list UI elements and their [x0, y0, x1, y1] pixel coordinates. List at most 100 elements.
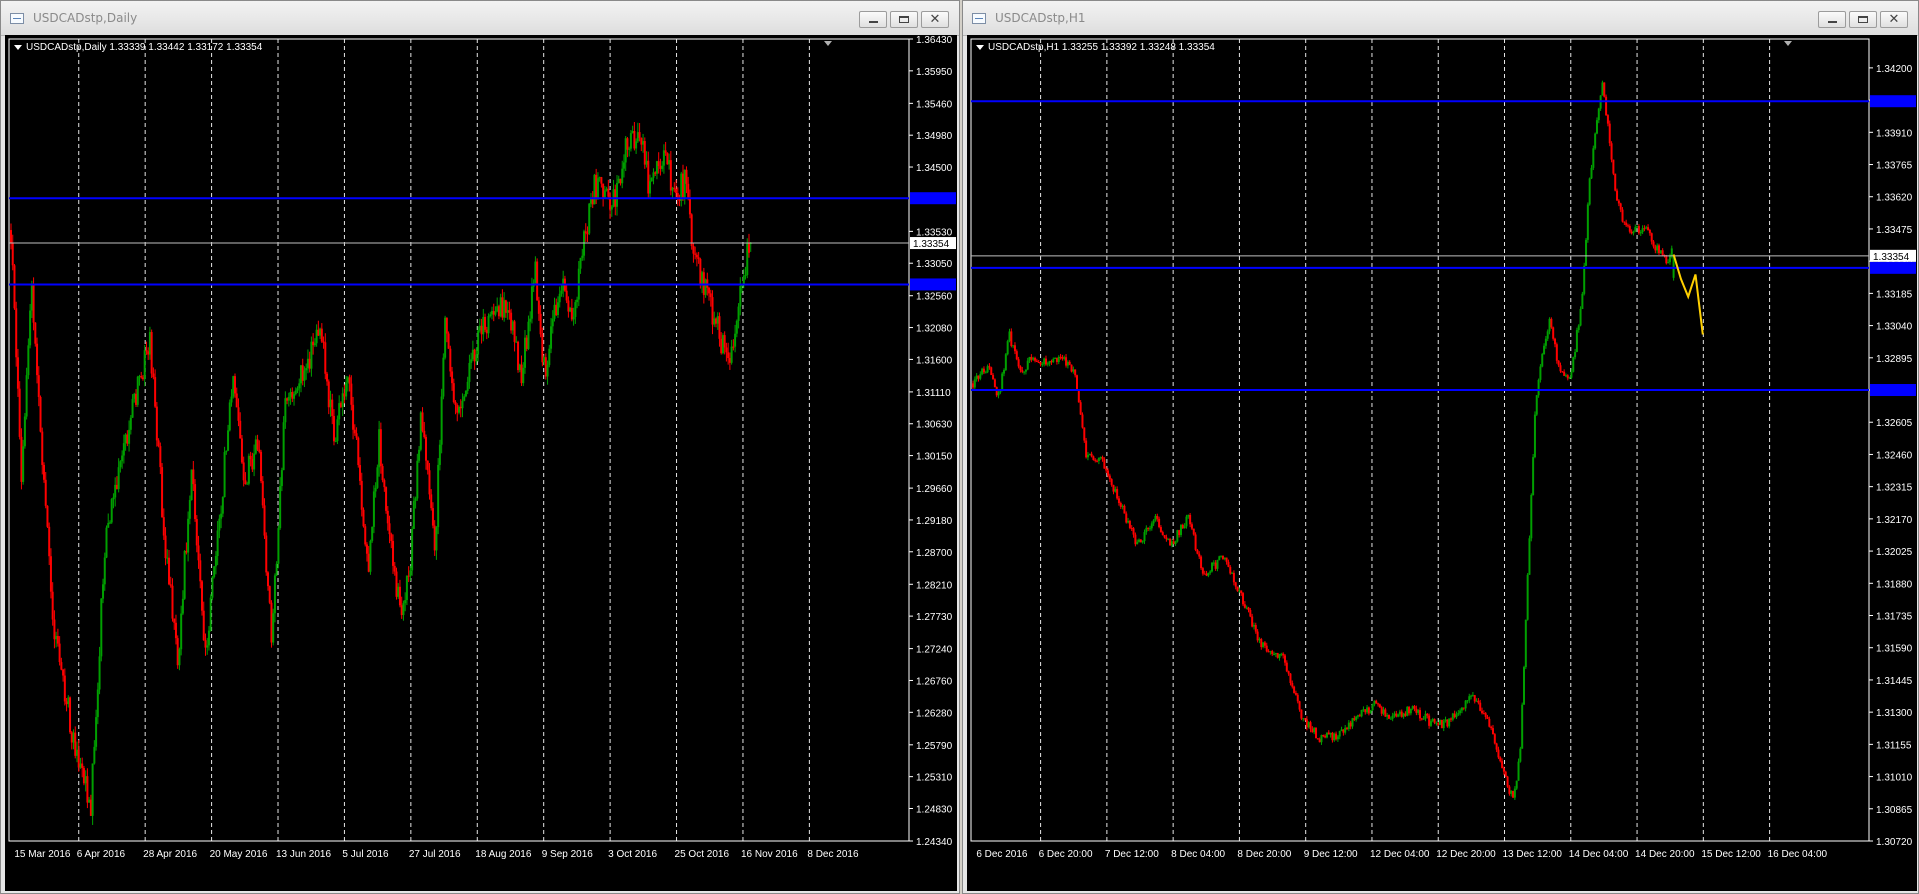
close-button[interactable]: ✕ [1880, 11, 1908, 28]
y-tick-label: 1.31445 [1876, 676, 1913, 687]
candle [1645, 227, 1648, 229]
candle [1174, 541, 1177, 545]
candle [266, 572, 269, 587]
candle [992, 374, 995, 380]
candle [497, 306, 500, 317]
candle [1336, 736, 1339, 740]
candle [1282, 653, 1285, 656]
candle [1419, 710, 1421, 719]
candle [1101, 457, 1104, 460]
candle [1621, 209, 1624, 222]
chart-window-h1[interactable]: USDCADstp,H1 ✕ 6 Dec 2016 6 Dec 20:00 7 De… [962, 0, 1919, 894]
candle [1634, 227, 1637, 232]
candle [168, 557, 171, 585]
minimize-button[interactable] [859, 11, 887, 28]
candle [1006, 341, 1009, 355]
price-chart-daily[interactable]: 15 Mar 2016 6 Apr 2016 28 Apr 2016 20 May 2… [5, 35, 957, 891]
candle [1258, 639, 1261, 641]
candle [1431, 719, 1434, 722]
candle [1260, 639, 1263, 647]
candle [390, 534, 393, 541]
price-chart-h1[interactable]: 6 Dec 2016 6 Dec 20:00 7 Dec 12:00 8 Dec 04… [967, 35, 1917, 891]
candle [251, 459, 254, 470]
candle [369, 540, 372, 572]
x-tick-label: 25 Oct 2016 [675, 849, 730, 860]
candle [553, 304, 556, 319]
candle [1564, 375, 1567, 377]
candle [741, 285, 744, 287]
candle [444, 317, 447, 358]
candle [478, 325, 481, 331]
candle [1181, 524, 1184, 529]
candle [365, 544, 368, 554]
maximize-button[interactable] [890, 11, 918, 28]
candle [631, 130, 634, 134]
candle [379, 429, 382, 467]
candle [1384, 709, 1387, 717]
minimize-button[interactable] [1818, 11, 1846, 28]
candle [558, 293, 561, 303]
candle [1001, 373, 1004, 390]
candle [473, 349, 476, 362]
candle [141, 377, 144, 380]
candle [1648, 230, 1651, 234]
candle [1278, 654, 1281, 658]
candle [638, 132, 641, 138]
candle [1626, 225, 1629, 227]
candle [159, 446, 162, 468]
candle [194, 484, 197, 520]
candle [261, 481, 264, 506]
candle [1287, 671, 1290, 674]
candle [1028, 356, 1031, 361]
candle [565, 290, 568, 301]
candle [1530, 494, 1533, 539]
maximize-button[interactable] [1849, 11, 1877, 28]
close-button[interactable]: ✕ [921, 11, 949, 28]
candle [451, 371, 454, 384]
candle [1315, 727, 1318, 739]
candle [1304, 718, 1307, 720]
candle [331, 399, 334, 417]
title-bar[interactable]: USDCADstp,H1 ✕ [963, 1, 1918, 36]
candle [1583, 265, 1586, 294]
candle [53, 619, 56, 640]
candle [1448, 718, 1451, 727]
x-tick-label: 8 Dec 2016 [807, 849, 859, 860]
title-bar[interactable]: USDCADstp,Daily ✕ [1, 1, 959, 36]
x-tick-label: 7 Dec 12:00 [1105, 849, 1159, 860]
candle [1539, 366, 1542, 380]
candle [449, 348, 452, 372]
candle [600, 177, 603, 184]
candle [1003, 370, 1006, 374]
candle [1371, 704, 1374, 711]
y-tick-label: 1.29660 [916, 484, 953, 495]
chart-window-daily[interactable]: USDCADstp,Daily ✕ 15 Mar 2016 6 Apr 2016 2… [0, 0, 960, 894]
candle [1575, 329, 1578, 353]
candle [405, 575, 408, 601]
candle [1349, 722, 1352, 727]
candle [1548, 318, 1551, 332]
candle [1550, 318, 1553, 328]
candle [522, 367, 525, 384]
candle [1211, 562, 1214, 572]
candle [1159, 527, 1162, 533]
candle [315, 329, 318, 344]
candle [490, 311, 493, 315]
candle [503, 300, 506, 318]
candle [1468, 696, 1471, 701]
candle [471, 349, 474, 360]
candle [1632, 231, 1635, 234]
candle [475, 354, 478, 362]
candle [1541, 354, 1544, 367]
candle [1271, 651, 1274, 655]
x-tick-label: 14 Dec 04:00 [1569, 849, 1629, 860]
candle [1442, 721, 1445, 729]
window-title: USDCADstp,Daily [33, 11, 138, 25]
candle [1614, 173, 1617, 191]
candle [338, 403, 341, 420]
candle [669, 160, 672, 191]
candle [1254, 624, 1257, 632]
candle [1329, 732, 1332, 735]
candle [374, 487, 377, 492]
candle [364, 526, 367, 545]
